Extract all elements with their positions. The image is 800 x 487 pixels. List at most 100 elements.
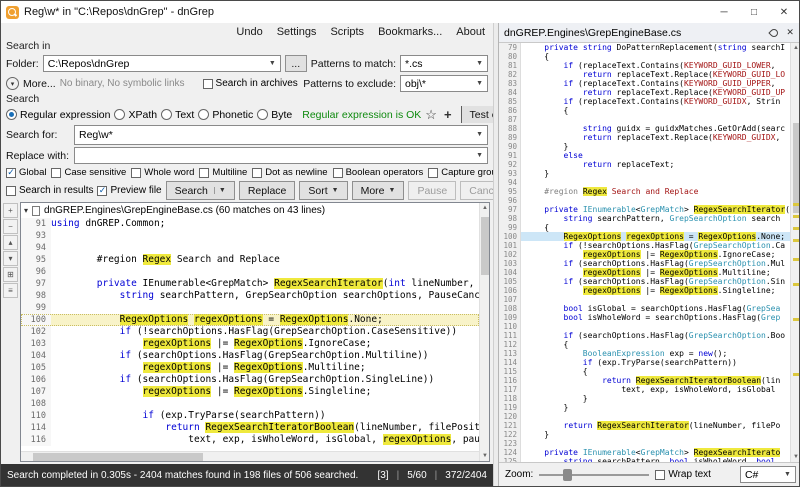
code-line[interactable]: 103 regexOptions |= RegexOptions.IgnoreC… [21,338,479,350]
menu-item-settings[interactable]: Settings [277,26,317,38]
scroll-down-icon[interactable]: ▼ [791,452,799,462]
chevron-down-icon[interactable]: ▼ [267,60,278,67]
checkbox-label: Dot as newline [265,167,328,178]
test-expression-button[interactable]: Test expression [460,106,493,123]
more-button[interactable]: More ▼ [351,181,405,200]
search-for-input[interactable] [79,128,475,141]
bookmark-star-icon[interactable]: ☆ [425,107,437,123]
result-file-node[interactable]: ▾ dnGREP.Engines\GrepEngineBase.cs (60 m… [21,203,479,218]
scroll-up-icon[interactable]: ▲ [480,203,490,213]
close-button[interactable]: ✕ [769,1,799,23]
dot-as-newline-checkbox[interactable]: Dot as newline [252,167,328,178]
menu-item-bookmarks[interactable]: Bookmarks... [378,26,442,38]
preview-file-checkbox[interactable]: ✓ Preview file [97,185,162,196]
browse-folder-button[interactable]: ... [284,55,307,72]
code-line[interactable]: 110 if (exp.TryParse(searchPattern)) [21,410,479,422]
menu-item-about[interactable]: About [456,26,485,38]
search-type-xpath[interactable]: XPath [114,109,157,121]
line-number: 102 [499,250,521,259]
preview-editor[interactable]: 79 private string DoPatternReplacement(s… [499,43,799,462]
syntax-combobox[interactable]: ▼ [739,466,796,483]
folder-input[interactable] [47,57,267,70]
code-line[interactable]: 107 regexOptions |= RegexOptions.Singlel… [21,386,479,398]
zoom-results-icon[interactable]: ⊞ [3,267,18,282]
search-button[interactable]: Search ▼ [165,181,235,200]
line-number: 106 [499,286,521,295]
capture-group-search-checkbox[interactable]: Capture group search [428,167,493,178]
patterns-match-combobox[interactable]: ▼ [400,55,488,72]
code-line[interactable]: 102 if (!searchOptions.HasFlag(GrepSearc… [21,326,479,338]
code-line[interactable]: 96 [21,266,479,278]
search-type-text[interactable]: Text [161,109,194,121]
code-line[interactable]: 105 regexOptions |= RegexOptions.Multili… [21,362,479,374]
maximize-button[interactable]: □ [739,1,769,23]
preview-vertical-scrollbar[interactable]: ▲ ▼ [789,43,799,462]
next-match-icon[interactable]: ▾ [3,251,18,266]
menu-item-undo[interactable]: Undo [236,26,262,38]
preview-close-icon[interactable]: ✕ [783,27,797,38]
chevron-down-icon[interactable]: ▼ [782,471,793,478]
case-sensitive-checkbox[interactable]: Case sensitive [51,167,126,178]
code-line[interactable]: 98 string searchPattern, GrepSearchOptio… [21,290,479,302]
code-line[interactable]: 100 RegexOptions regexOptions = RegexOpt… [21,314,479,326]
search-for-combobox[interactable]: ▼ [74,124,488,145]
results-tree[interactable]: ▾ dnGREP.Engines\GrepEngineBase.cs (60 m… [20,202,490,462]
boolean-operators-checkbox[interactable]: Boolean operators [332,167,423,178]
replace-button[interactable]: Replace [238,181,296,200]
add-bookmark-icon[interactable]: + [441,107,455,122]
patterns-exclude-input[interactable] [405,77,475,90]
code-line[interactable]: 94 [21,242,479,254]
code-line[interactable]: 95 #region Regex Search and Replace [21,254,479,266]
chevron-down-icon[interactable]: ▼ [474,131,485,138]
chevron-down-icon[interactable]: ▼ [474,80,485,87]
whole-word-checkbox[interactable]: Whole word [131,167,194,178]
patterns-exclude-combobox[interactable]: ▼ [400,75,488,92]
replace-with-combobox[interactable]: ▼ [74,147,488,164]
folder-combobox[interactable]: ▼ [42,55,281,72]
scroll-up-icon[interactable]: ▲ [791,43,799,53]
scrollbar-thumb[interactable] [792,123,799,213]
code-line[interactable]: 93 [21,230,479,242]
code-line[interactable]: 116 text, exp, isWholeWord, isGlobal, re… [21,434,479,446]
app-icon [6,5,19,19]
previous-match-icon[interactable]: ▴ [3,235,18,250]
chevron-down-icon[interactable]: ▼ [474,60,485,67]
search-type-byte[interactable]: Byte [257,109,292,121]
multiline-checkbox[interactable]: Multiline [199,167,247,178]
scrollbar-thumb[interactable] [481,217,489,275]
code-line[interactable]: 97 private IEnumerable<GrepMatch> RegexS… [21,278,479,290]
code-line[interactable]: 106 if (searchOptions.HasFlag(GrepSearch… [21,374,479,386]
sort-button[interactable]: Sort ▼ [299,181,348,200]
minimize-button[interactable]: ─ [709,1,739,23]
menu-item-scripts[interactable]: Scripts [330,26,364,38]
replace-with-input[interactable] [79,149,475,162]
more-label[interactable]: More... [23,78,56,90]
expander-icon[interactable]: ▾ [24,206,28,215]
search-in-results-checkbox[interactable]: Search in results [6,185,93,196]
code-line[interactable]: 108 [21,398,479,410]
more-expander-icon[interactable]: ▾ [6,77,19,90]
search-in-archives-checkbox[interactable]: Search in archives [202,78,298,89]
results-options-icon[interactable]: ≡ [3,283,18,298]
slider-thumb[interactable] [563,468,573,481]
code-line: 121 return RegexSearchIterator(lineNumbe… [499,421,790,430]
scroll-down-icon[interactable]: ▼ [480,451,490,461]
global-checkbox[interactable]: ✓ Global [6,167,46,178]
horizontal-scrollbar[interactable] [21,451,479,461]
pin-icon[interactable] [768,26,781,39]
collapse-all-icon[interactable]: − [3,219,18,234]
zoom-slider[interactable] [539,468,650,482]
scrollbar-thumb[interactable] [33,453,203,461]
patterns-match-input[interactable] [405,57,475,70]
code-line[interactable]: 104 if (searchOptions.HasFlag(GrepSearch… [21,350,479,362]
expand-all-icon[interactable]: + [3,203,18,218]
chevron-down-icon[interactable]: ▼ [474,152,485,159]
wrap-text-checkbox[interactable]: Wrap text [655,469,711,480]
line-number: 83 [499,79,521,88]
code-line[interactable]: 114 return RegexSearchIteratorBoolean(li… [21,422,479,434]
code-line[interactable]: 99 [21,302,479,314]
vertical-scrollbar[interactable]: ▲ ▼ [479,203,489,461]
search-type-regular-expression[interactable]: Regular expression [6,109,110,121]
search-type-phonetic[interactable]: Phonetic [198,109,253,121]
code-line[interactable]: 91 using dnGREP.Common; [21,218,479,230]
